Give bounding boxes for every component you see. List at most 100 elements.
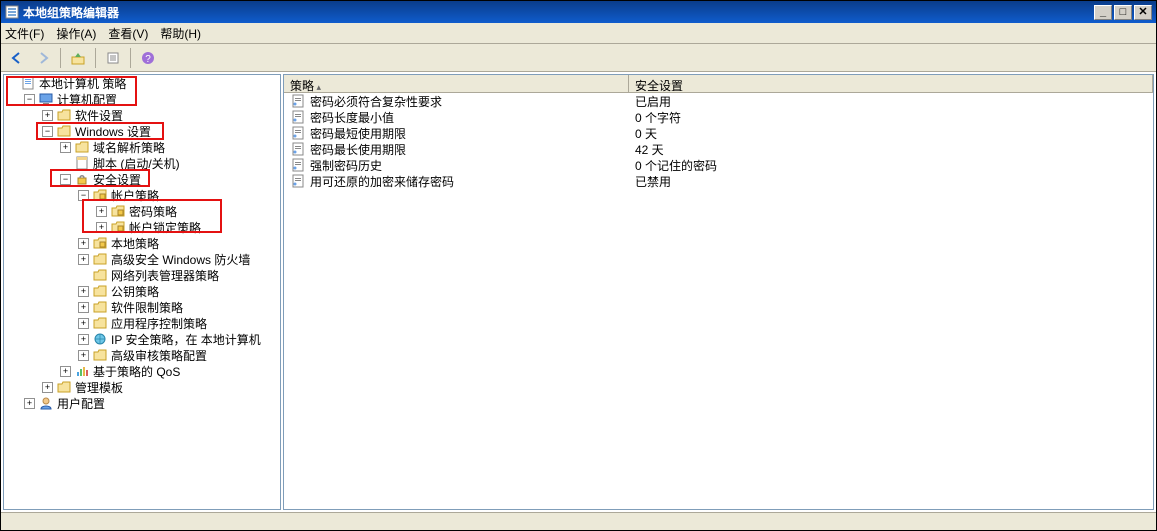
- policy-name: 密码必须符合复杂性要求: [310, 93, 442, 110]
- lock-icon: [74, 172, 90, 186]
- doc-icon: [20, 76, 36, 90]
- expand-icon[interactable]: +: [78, 318, 89, 329]
- folder-icon: [92, 284, 108, 298]
- menu-action[interactable]: 操作(A): [56, 25, 96, 42]
- expand-icon[interactable]: +: [60, 142, 71, 153]
- folder-lock-icon: [92, 236, 108, 250]
- tree-network-list[interactable]: 网络列表管理器策略: [78, 267, 280, 283]
- toolbar-separator: [130, 48, 131, 68]
- collapse-icon[interactable]: −: [24, 94, 35, 105]
- tree-label: 基于策略的 QoS: [93, 363, 180, 380]
- tree-windows-settings[interactable]: − Windows 设置: [42, 123, 280, 139]
- forward-button[interactable]: [31, 47, 55, 69]
- tree-qos[interactable]: + 基于策略的 QoS: [60, 363, 280, 379]
- folder-icon: [56, 108, 72, 122]
- collapse-icon[interactable]: −: [60, 174, 71, 185]
- tree-name-resolution[interactable]: + 域名解析策略: [60, 139, 280, 155]
- list-item[interactable]: 密码最长使用期限42 天: [284, 141, 1153, 157]
- toolbar-separator: [95, 48, 96, 68]
- tree-local-policy[interactable]: + 本地策略: [78, 235, 280, 251]
- tree-pane[interactable]: 本地计算机 策略 − 计算机配置 + 软件设置: [3, 74, 281, 510]
- menu-file[interactable]: 文件(F): [5, 25, 44, 42]
- tree-account-policy[interactable]: − 帐户策略: [78, 187, 280, 203]
- toolbar-separator: [60, 48, 61, 68]
- expand-icon[interactable]: +: [24, 398, 35, 409]
- tree-scripts[interactable]: 脚本 (启动/关机): [60, 155, 280, 171]
- tree-label: 网络列表管理器策略: [111, 267, 219, 284]
- tree-label: 密码策略: [129, 203, 177, 220]
- tree-label: 安全设置: [93, 171, 141, 188]
- collapse-icon[interactable]: −: [78, 190, 89, 201]
- tree-label: IP 安全策略，在 本地计算机: [111, 331, 261, 348]
- policy-icon: [290, 174, 306, 188]
- expand-icon[interactable]: +: [78, 286, 89, 297]
- back-button[interactable]: [5, 47, 29, 69]
- help-button[interactable]: ?: [136, 47, 160, 69]
- policy-icon: [290, 94, 306, 108]
- expand-icon[interactable]: +: [78, 238, 89, 249]
- tree-label: 帐户锁定策略: [129, 219, 201, 236]
- expand-icon[interactable]: +: [78, 302, 89, 313]
- menu-view[interactable]: 查看(V): [108, 25, 148, 42]
- properties-button[interactable]: [101, 47, 125, 69]
- expand-icon[interactable]: +: [78, 254, 89, 265]
- list-item[interactable]: 密码长度最小值0 个字符: [284, 109, 1153, 125]
- computer-icon: [38, 92, 54, 106]
- column-policy[interactable]: 策略: [284, 75, 629, 92]
- up-button[interactable]: [66, 47, 90, 69]
- tree-user-config[interactable]: + 用户配置: [24, 395, 280, 411]
- expand-icon[interactable]: +: [78, 334, 89, 345]
- minimize-button[interactable]: _: [1094, 5, 1112, 20]
- tree-computer-config[interactable]: − 计算机配置: [24, 91, 280, 107]
- user-icon: [38, 396, 54, 410]
- maximize-button[interactable]: □: [1114, 5, 1132, 20]
- expand-icon[interactable]: +: [42, 382, 53, 393]
- statusbar: [1, 512, 1156, 530]
- expand-icon[interactable]: +: [42, 110, 53, 121]
- folder-icon: [92, 316, 108, 330]
- tree-app-control[interactable]: + 应用程序控制策略: [78, 315, 280, 331]
- tree-label: 软件设置: [75, 107, 123, 124]
- close-button[interactable]: ✕: [1134, 5, 1152, 20]
- tree-security-settings[interactable]: − 安全设置: [60, 171, 280, 187]
- menu-help[interactable]: 帮助(H): [160, 25, 201, 42]
- tree-admin-templates[interactable]: + 管理模板: [42, 379, 280, 395]
- expand-icon[interactable]: +: [60, 366, 71, 377]
- tree-label: 应用程序控制策略: [111, 315, 207, 332]
- script-icon: [74, 156, 90, 170]
- policy-name: 强制密码历史: [310, 157, 382, 174]
- tree-label: 软件限制策略: [111, 299, 183, 316]
- tree-software-settings[interactable]: + 软件设置: [42, 107, 280, 123]
- policy-icon: [290, 158, 306, 172]
- expand-icon[interactable]: +: [96, 222, 107, 233]
- folder-icon: [74, 140, 90, 154]
- titlebar: 本地组策略编辑器 _ □ ✕: [1, 1, 1156, 23]
- tree-ip-security[interactable]: + IP 安全策略，在 本地计算机: [78, 331, 280, 347]
- tree-lockout-policy[interactable]: + 帐户锁定策略: [96, 219, 280, 235]
- toolbar: ?: [1, 44, 1156, 72]
- list-pane: 策略 安全设置 密码必须符合复杂性要求已启用密码长度最小值0 个字符密码最短使用…: [283, 74, 1154, 510]
- folder-icon: [92, 348, 108, 362]
- tree-password-policy[interactable]: + 密码策略: [96, 203, 280, 219]
- tree-firewall[interactable]: + 高级安全 Windows 防火墙: [78, 251, 280, 267]
- collapse-icon[interactable]: −: [42, 126, 53, 137]
- tree-adv-audit[interactable]: + 高级审核策略配置: [78, 347, 280, 363]
- expand-icon[interactable]: +: [96, 206, 107, 217]
- tree-label: 计算机配置: [57, 91, 117, 108]
- list-item[interactable]: 用可还原的加密来储存密码已禁用: [284, 173, 1153, 189]
- tree-public-key[interactable]: + 公钥策略: [78, 283, 280, 299]
- chart-icon: [74, 364, 90, 378]
- tree-label: 帐户策略: [111, 187, 159, 204]
- list-item[interactable]: 密码必须符合复杂性要求已启用: [284, 93, 1153, 109]
- expand-icon[interactable]: +: [78, 350, 89, 361]
- column-setting[interactable]: 安全设置: [629, 75, 1153, 92]
- globe-icon: [92, 332, 108, 346]
- list-item[interactable]: 密码最短使用期限0 天: [284, 125, 1153, 141]
- list-body[interactable]: 密码必须符合复杂性要求已启用密码长度最小值0 个字符密码最短使用期限0 天密码最…: [284, 93, 1153, 509]
- tree-software-restrict[interactable]: + 软件限制策略: [78, 299, 280, 315]
- policy-setting: 已禁用: [635, 173, 671, 190]
- tree-root[interactable]: 本地计算机 策略: [6, 75, 280, 91]
- list-item[interactable]: 强制密码历史0 个记住的密码: [284, 157, 1153, 173]
- tree-label: 域名解析策略: [93, 139, 165, 156]
- folder-lock-icon: [110, 220, 126, 234]
